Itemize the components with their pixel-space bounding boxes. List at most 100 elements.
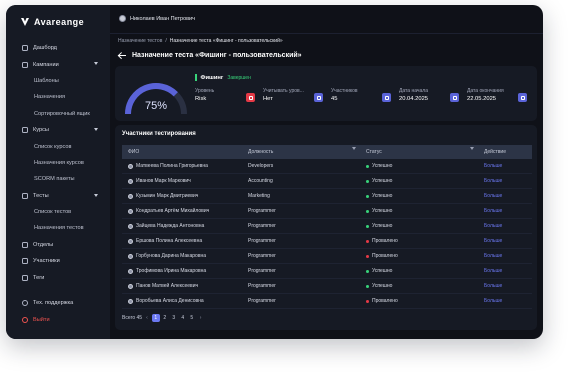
more-link[interactable]: Больше bbox=[480, 208, 532, 214]
logo-icon bbox=[21, 18, 29, 26]
users-icon bbox=[22, 258, 28, 265]
sidebar-item-13[interactable]: Участники bbox=[6, 253, 110, 269]
more-link[interactable]: Больше bbox=[480, 253, 532, 259]
test-icon bbox=[22, 192, 28, 199]
headset-icon bbox=[22, 300, 28, 307]
prev-page-icon[interactable]: ‹ bbox=[146, 315, 148, 321]
sidebar-item-2[interactable]: Шаблоны bbox=[6, 73, 110, 89]
cell-name: Иванов Марк Маркович bbox=[136, 178, 191, 184]
more-link[interactable]: Больше bbox=[480, 178, 532, 184]
sidebar-item-4[interactable]: Сортировочный ящик bbox=[6, 106, 110, 122]
user-avatar-icon bbox=[128, 178, 133, 184]
sidebar-item-label: Назначения bbox=[34, 94, 65, 101]
sidebar-item-label: Шаблоны bbox=[34, 77, 59, 84]
cell-position: Developers bbox=[248, 163, 274, 169]
cell-status: Провалено bbox=[372, 238, 398, 244]
page-header: Назначение теста «Фишинг - пользовательс… bbox=[118, 52, 302, 59]
progress-percent: 75% bbox=[144, 100, 168, 112]
stat-icon bbox=[246, 93, 255, 102]
more-link[interactable]: Больше bbox=[480, 283, 532, 289]
status-dot bbox=[366, 254, 369, 258]
cell-position: Programmer bbox=[248, 238, 276, 244]
page-button[interactable]: 3 bbox=[170, 314, 178, 322]
cell-status: Успешно bbox=[372, 268, 393, 274]
table-row: Кондратьев Артём Михайлович Programmer Усп… bbox=[122, 204, 532, 219]
sidebar-item-label: Кампании bbox=[33, 61, 59, 68]
page-button[interactable]: 4 bbox=[179, 314, 187, 322]
cell-position: Programmer bbox=[248, 253, 276, 259]
more-link[interactable]: Больше bbox=[480, 238, 532, 244]
more-link[interactable]: Больше bbox=[480, 193, 532, 199]
sidebar-item-11[interactable]: Назначения тестов bbox=[6, 220, 110, 236]
stat-icon bbox=[518, 93, 527, 102]
chevron-down-icon[interactable] bbox=[94, 127, 98, 131]
sidebar-nav: Дашборд Кампании Шаблоны Назначения Сортиров… bbox=[6, 40, 110, 286]
col-header-name[interactable]: ФИО bbox=[122, 149, 244, 155]
table-row: Матвеева Полина Григорьевна Developers Усп… bbox=[122, 159, 532, 174]
table-row: Горбунова Дарина Макаровна Programmer Пров… bbox=[122, 249, 532, 264]
page-button[interactable]: 5 bbox=[188, 314, 196, 322]
chevron-down-icon[interactable] bbox=[94, 62, 98, 66]
logout-button[interactable]: Выйти bbox=[6, 312, 110, 328]
user-menu[interactable]: Николаев Иван Петрович bbox=[119, 15, 195, 22]
user-avatar-icon bbox=[128, 163, 133, 169]
page-button[interactable]: 2 bbox=[161, 314, 169, 322]
sidebar-item-14[interactable]: Теги bbox=[6, 269, 110, 285]
logout-icon bbox=[22, 317, 28, 324]
tag-icon bbox=[22, 274, 28, 281]
campaign-icon bbox=[22, 61, 28, 68]
page-button[interactable]: 1 bbox=[151, 314, 160, 322]
stat-icon bbox=[314, 93, 323, 102]
status-badge: Завершен bbox=[227, 74, 251, 81]
sidebar-item-label: Назначения курсов bbox=[34, 159, 84, 166]
support-link[interactable]: Тех. поддержка bbox=[6, 295, 110, 311]
more-link[interactable]: Больше bbox=[480, 163, 532, 169]
chevron-down-icon[interactable] bbox=[94, 193, 98, 197]
sidebar-item-1[interactable]: Кампании bbox=[6, 56, 110, 72]
status-dot bbox=[366, 269, 369, 273]
cell-name: Панов Матвей Алексеевич bbox=[136, 283, 199, 289]
sidebar: Avareange Дашборд Кампании Шаблоны Назначен… bbox=[6, 5, 110, 339]
back-arrow-icon[interactable] bbox=[118, 53, 126, 59]
sidebar-item-label: Список тестов bbox=[34, 209, 72, 216]
sidebar-item-7[interactable]: Назначения курсов bbox=[6, 155, 110, 171]
app-window: Avareange Дашборд Кампании Шаблоны Назначен… bbox=[6, 5, 543, 339]
col-header-status[interactable]: Статус bbox=[362, 147, 480, 155]
cell-position: Programmer bbox=[248, 223, 276, 229]
cell-status: Успешно bbox=[372, 193, 393, 199]
more-link[interactable]: Больше bbox=[480, 223, 532, 229]
stat-item: Дата окончания 22.05.2025 bbox=[467, 88, 527, 110]
breadcrumb-parent[interactable]: Назначение тестов bbox=[118, 38, 162, 44]
sidebar-item-label: Тесты bbox=[33, 192, 49, 199]
next-page-icon[interactable]: › bbox=[200, 315, 202, 321]
user-avatar-icon bbox=[128, 253, 133, 259]
cell-name: Кондратьев Артём Михайлович bbox=[136, 208, 210, 214]
sidebar-item-6[interactable]: Список курсов bbox=[6, 138, 110, 154]
table-title: Участники тестирования bbox=[122, 131, 196, 137]
table-row: Трофимова Ирина Макаровна Programmer Успеш… bbox=[122, 264, 532, 279]
sidebar-item-label: Дашборд bbox=[33, 45, 57, 52]
sidebar-item-8[interactable]: SCORM пакеты bbox=[6, 171, 110, 187]
table-header: ФИО Должность Статус Действие bbox=[122, 145, 532, 159]
stat-icon bbox=[450, 93, 459, 102]
sidebar-item-5[interactable]: Курсы bbox=[6, 122, 110, 138]
table-row: Ершова Полина Алексеевна Programmer Провал… bbox=[122, 234, 532, 249]
sidebar-item-12[interactable]: Отделы bbox=[6, 237, 110, 253]
pagination: Всего 45 ‹ 12345 › bbox=[122, 314, 201, 322]
filter-icon[interactable] bbox=[352, 147, 356, 150]
sidebar-item-3[interactable]: Назначения bbox=[6, 89, 110, 105]
more-link[interactable]: Больше bbox=[480, 268, 532, 274]
cell-name: Ершова Полина Алексеевна bbox=[136, 238, 203, 244]
col-header-position[interactable]: Должность bbox=[244, 147, 362, 155]
sidebar-item-10[interactable]: Список тестов bbox=[6, 204, 110, 220]
more-link[interactable]: Больше bbox=[480, 298, 532, 304]
sidebar-item-9[interactable]: Тесты bbox=[6, 188, 110, 204]
cell-status: Провалено bbox=[372, 298, 398, 304]
brand-logo[interactable]: Avareange bbox=[20, 17, 84, 27]
sidebar-item-0[interactable]: Дашборд bbox=[6, 40, 110, 56]
filter-icon[interactable] bbox=[470, 147, 474, 150]
cell-status: Успешно bbox=[372, 208, 393, 214]
cell-status: Успешно bbox=[372, 223, 393, 229]
cell-name: Трофимова Ирина Макаровна bbox=[136, 268, 207, 274]
cell-name: Воробьева Алиса Денисовна bbox=[136, 298, 204, 304]
